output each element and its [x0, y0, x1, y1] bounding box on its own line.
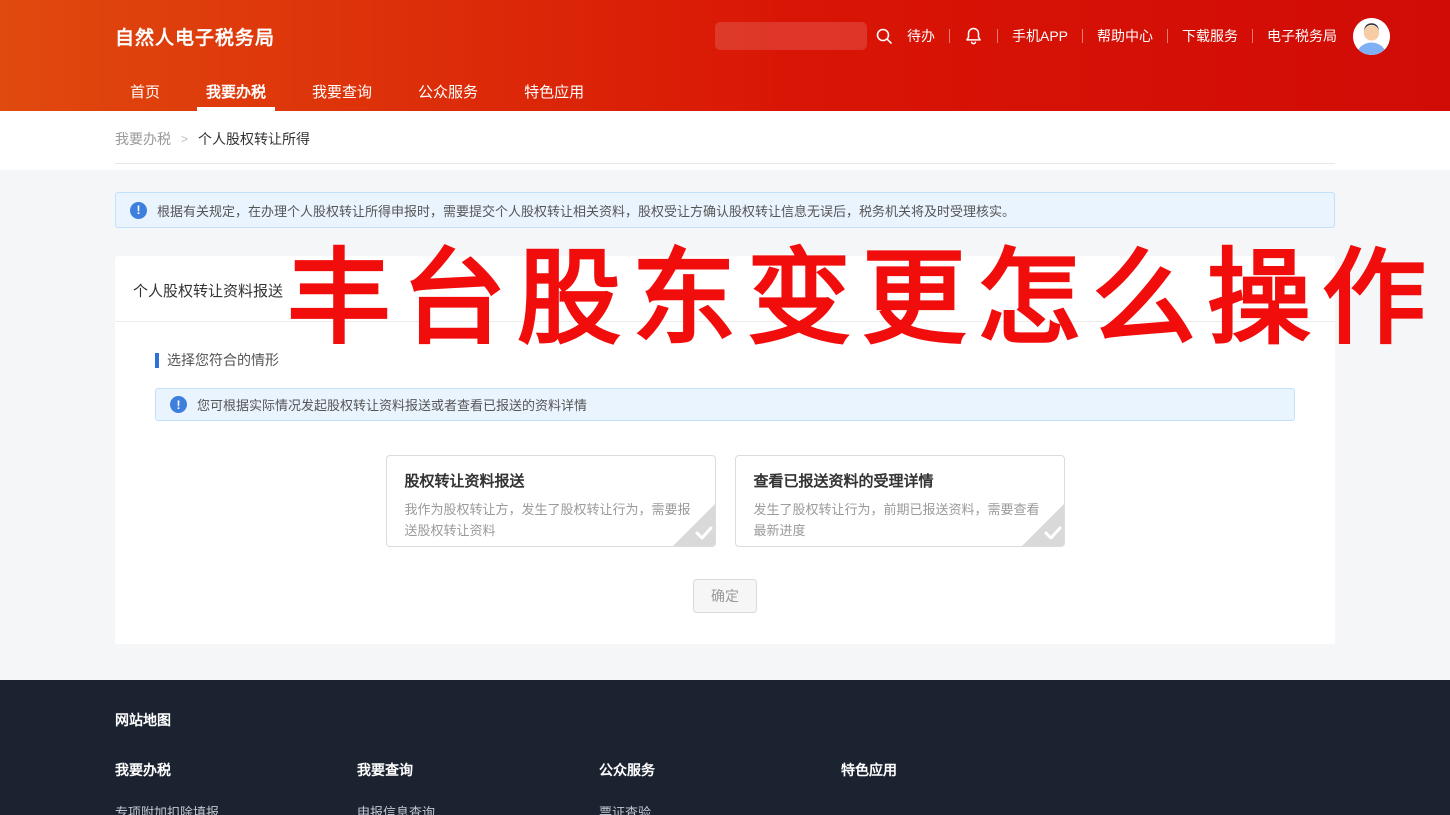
- confirm-button[interactable]: 确定: [693, 579, 757, 613]
- option-description: 发生了股权转让行为，前期已报送资料，需要查看最新进度: [753, 502, 1040, 538]
- sitemap-title: 网站地图: [115, 712, 171, 728]
- option-card-submit-materials[interactable]: 股权转让资料报送 我作为股权转让方，发生了股权转让行为，需要报送股权转让资料: [385, 455, 716, 547]
- search-input[interactable]: [714, 22, 867, 50]
- header-right: 待办 手机APP 帮助中心 下载服务 电子税务局: [714, 17, 1390, 55]
- info-icon: !: [170, 396, 187, 413]
- section-accent-bar: [155, 352, 159, 368]
- confirm-row: 确定: [115, 579, 1335, 613]
- help-center-link[interactable]: 帮助中心: [1097, 26, 1153, 46]
- breadcrumb-separator-icon: >: [181, 132, 189, 146]
- footer: 网站地图 我要办税 专项附加扣除填报 我要查询 申报信息查询 公众服务 票证查验…: [0, 680, 1450, 815]
- page: 自然人电子税务局 待办 手机APP 帮助中心 下载服务 电子税务局 首页 我要办…: [0, 0, 1450, 815]
- breadcrumb-parent[interactable]: 我要办税: [115, 129, 171, 149]
- option-card-view-progress[interactable]: 查看已报送资料的受理详情 发生了股权转让行为，前期已报送资料，需要查看最新进度: [734, 455, 1065, 547]
- divider: [1252, 29, 1253, 43]
- main-content: ! 根据有关规定，在办理个人股权转让所得申报时，需要提交个人股权转让相关资料，股…: [0, 170, 1450, 680]
- footer-col-public-service: 公众服务 票证查验: [599, 760, 841, 815]
- section-header: 选择您符合的情形: [155, 350, 1335, 370]
- nav-query[interactable]: 我要查询: [297, 72, 387, 111]
- breadcrumb-section: 我要办税 > 个人股权转让所得: [0, 111, 1450, 170]
- option-list: 股权转让资料报送 我作为股权转让方，发生了股权转让行为，需要报送股权转让资料 查…: [115, 455, 1335, 547]
- divider: [1167, 29, 1168, 43]
- section-title: 选择您符合的情形: [167, 352, 279, 368]
- footer-columns: 我要办税 专项附加扣除填报 我要查询 申报信息查询 公众服务 票证查验 特色应用: [115, 760, 1335, 815]
- nav-featured-apps[interactable]: 特色应用: [509, 72, 599, 111]
- option-description: 我作为股权转让方，发生了股权转让行为，需要报送股权转让资料: [404, 502, 691, 538]
- header: 自然人电子税务局 待办 手机APP 帮助中心 下载服务 电子税务局 首页 我要办…: [0, 0, 1450, 111]
- footer-link[interactable]: 申报信息查询: [357, 802, 599, 815]
- breadcrumb-current: 个人股权转让所得: [198, 131, 311, 147]
- download-service-link[interactable]: 下载服务: [1182, 26, 1238, 46]
- bell-icon[interactable]: [964, 26, 983, 46]
- option-title: 股权转让资料报送: [404, 473, 525, 490]
- info-icon: !: [130, 201, 147, 219]
- footer-link[interactable]: 专项附加扣除填报: [115, 802, 357, 815]
- divider: [115, 163, 1335, 164]
- footer-col-tax-handling: 我要办税 专项附加扣除填报: [115, 760, 357, 815]
- todo-link[interactable]: 待办: [907, 26, 935, 46]
- search-icon[interactable]: [875, 27, 893, 45]
- nav-home[interactable]: 首页: [115, 72, 175, 111]
- check-icon: [695, 526, 713, 545]
- user-avatar[interactable]: [1353, 17, 1390, 55]
- divider: [115, 321, 1335, 322]
- header-top: 自然人电子税务局 待办 手机APP 帮助中心 下载服务 电子税务局: [0, 0, 1450, 72]
- etax-bureau-link[interactable]: 电子税务局: [1267, 26, 1337, 46]
- main-nav: 首页 我要办税 我要查询 公众服务 特色应用: [0, 72, 1450, 111]
- option-title: 查看已报送资料的受理详情: [753, 473, 934, 490]
- top-notice-banner: ! 根据有关规定，在办理个人股权转让所得申报时，需要提交个人股权转让相关资料，股…: [115, 192, 1335, 228]
- divider: [996, 29, 998, 43]
- divider: [948, 29, 950, 43]
- check-icon: [1044, 526, 1062, 545]
- mobile-app-link[interactable]: 手机APP: [1012, 26, 1068, 46]
- inner-notice-banner: ! 您可根据实际情况发起股权转让资料报送或者查看已报送的资料详情: [155, 388, 1295, 421]
- divider: [1082, 29, 1083, 43]
- card-title: 个人股权转让资料报送: [133, 283, 284, 300]
- footer-link[interactable]: 票证查验: [599, 802, 841, 815]
- site-logo: 自然人电子税务局: [115, 27, 276, 49]
- nav-tax-handling[interactable]: 我要办税: [191, 72, 281, 111]
- breadcrumb: 我要办税 > 个人股权转让所得: [115, 129, 1335, 149]
- footer-col-query: 我要查询 申报信息查询: [357, 760, 599, 815]
- notice-text: 根据有关规定，在办理个人股权转让所得申报时，需要提交个人股权转让相关资料，股权受…: [157, 203, 1016, 219]
- inner-notice-text: 您可根据实际情况发起股权转让资料报送或者查看已报送的资料详情: [197, 398, 588, 413]
- footer-col-featured-apps: 特色应用: [841, 762, 897, 778]
- report-card: 个人股权转让资料报送 选择您符合的情形 ! 您可根据实际情况发起股权转让资料报送…: [115, 256, 1335, 644]
- nav-public-service[interactable]: 公众服务: [403, 72, 493, 111]
